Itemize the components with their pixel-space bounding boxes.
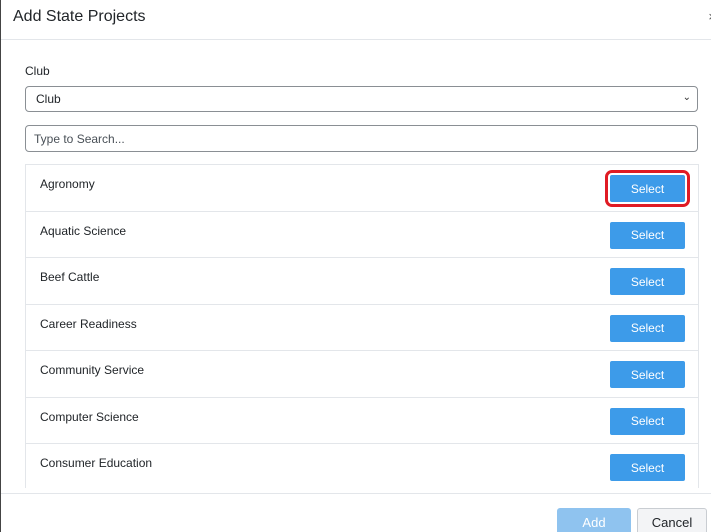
- select-button[interactable]: Select: [610, 314, 685, 342]
- add-state-projects-modal: Add State Projects × Club Club ⌄ Agronom…: [0, 0, 711, 532]
- modal-footer: Add Cancel: [1, 493, 711, 532]
- list-item: Career Readiness Select: [26, 305, 698, 351]
- select-button[interactable]: Select: [610, 407, 685, 435]
- club-filter-value: Club: [36, 92, 61, 106]
- project-name: Career Readiness: [40, 316, 137, 331]
- list-item: Agronomy Select: [26, 165, 698, 212]
- project-name: Agronomy: [40, 177, 95, 191]
- select-button[interactable]: Select: [610, 268, 685, 295]
- cancel-button[interactable]: Cancel: [637, 508, 707, 532]
- select-button[interactable]: Select: [610, 221, 685, 249]
- list-item: Beef Cattle Select: [26, 258, 698, 305]
- select-button[interactable]: Select: [610, 454, 685, 481]
- list-item: Computer Science Select: [26, 398, 698, 444]
- project-name: Beef Cattle: [40, 270, 100, 284]
- modal-title: Add State Projects: [13, 8, 146, 25]
- chevron-down-icon: ⌄: [682, 92, 691, 103]
- project-list: Agronomy Select Aquatic Science Select B…: [25, 164, 699, 488]
- project-name: Consumer Education: [40, 456, 153, 470]
- club-filter-label: Club: [25, 64, 50, 78]
- project-name: Aquatic Science: [40, 223, 127, 238]
- club-filter-select[interactable]: Club ⌄: [25, 86, 698, 112]
- add-button[interactable]: Add: [557, 508, 631, 532]
- project-name: Computer Science: [40, 409, 139, 424]
- project-name: Community Service: [40, 363, 145, 377]
- select-button[interactable]: Select: [610, 361, 685, 388]
- list-item: Aquatic Science Select: [26, 212, 698, 258]
- modal-header: Add State Projects ×: [1, 0, 711, 40]
- select-button[interactable]: Select: [605, 170, 690, 207]
- list-item: Community Service Select: [26, 351, 698, 398]
- search-input[interactable]: [25, 125, 698, 152]
- list-item: Consumer Education Select: [26, 444, 698, 488]
